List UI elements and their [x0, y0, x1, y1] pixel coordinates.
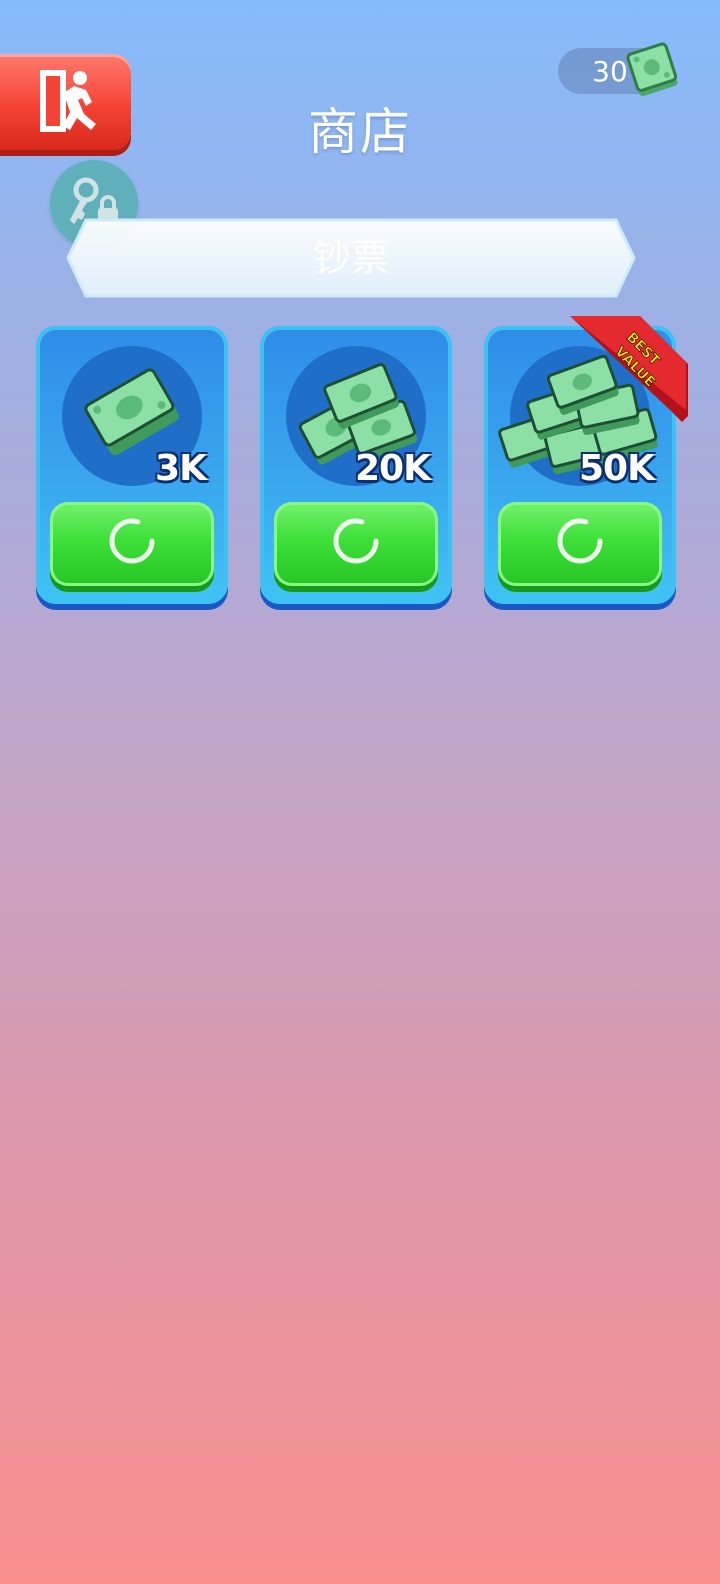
buy-button[interactable]: [274, 502, 438, 586]
product-card-20k[interactable]: 20K: [260, 326, 452, 610]
loading-spinner-icon: [109, 518, 155, 564]
buy-button[interactable]: [498, 502, 662, 586]
product-amount: 50K: [579, 448, 655, 489]
currency-value: 30: [592, 55, 628, 88]
loading-spinner-icon: [333, 518, 379, 564]
cash-stack-icon: [625, 40, 681, 106]
product-card-50k[interactable]: 50K BEST VALUE: [484, 316, 688, 610]
loading-spinner-icon: [557, 518, 603, 564]
product-amount: 20K: [355, 448, 431, 489]
best-value-badge: BEST VALUE: [570, 316, 688, 422]
page-title: 商店: [308, 103, 412, 161]
buy-button[interactable]: [50, 502, 214, 586]
product-amount: 3K: [155, 448, 207, 489]
tab-cash[interactable]: 钞票: [66, 218, 636, 298]
product-card-3k[interactable]: 3K: [36, 326, 228, 610]
tab-label: 钞票: [312, 236, 389, 280]
